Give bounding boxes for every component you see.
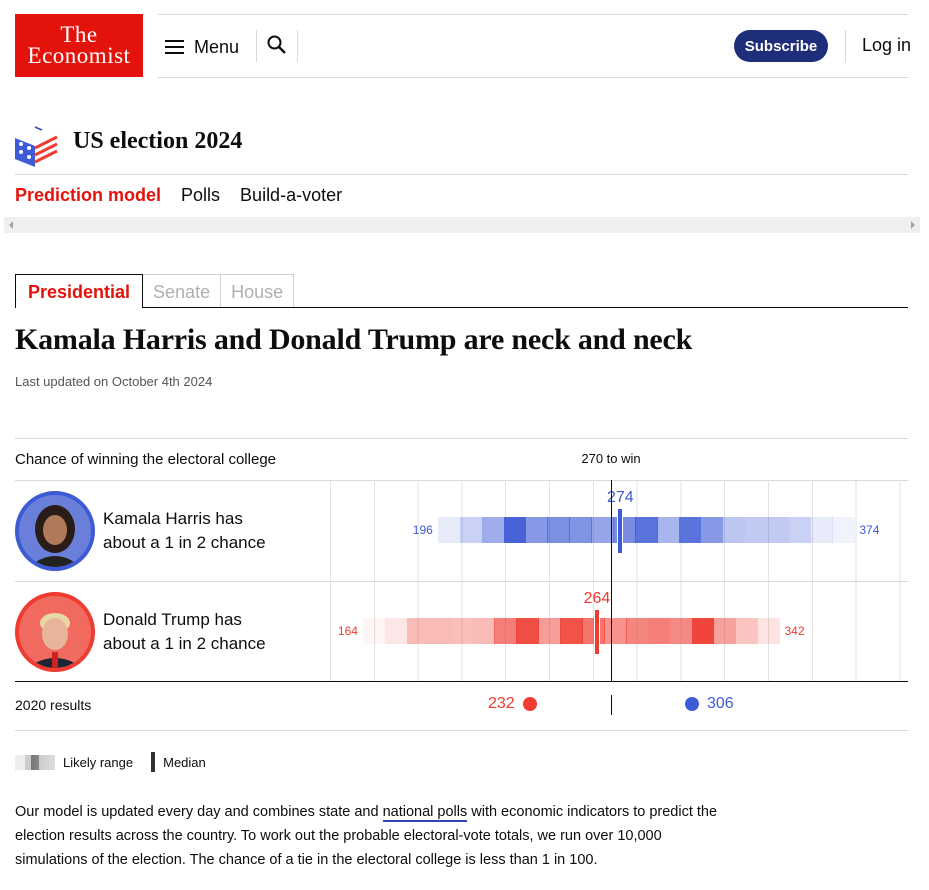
chart-label: Chance of winning the electoral college (15, 451, 276, 468)
section-title: US election 2024 (73, 128, 243, 154)
likely-range-swatch (15, 754, 55, 770)
national-polls-link[interactable]: national polls (382, 804, 468, 822)
methodology-paragraph: Our model is updated every day and combi… (15, 804, 718, 868)
range-cell (538, 618, 561, 644)
range-cell (516, 618, 539, 644)
nav-build-a-voter[interactable]: Build-a-voter (240, 185, 342, 206)
blue-dot-icon (685, 697, 699, 711)
range-cell (547, 517, 570, 543)
divider (845, 30, 846, 62)
range-cell (406, 618, 430, 644)
median-label: 274 (607, 489, 634, 506)
range-cell (450, 618, 474, 644)
tab-senate[interactable]: Senate (142, 274, 222, 308)
range-cell (472, 618, 495, 644)
range-cell (788, 517, 811, 543)
result-2020-harris: 306 (685, 695, 734, 713)
range-cell (525, 517, 548, 543)
menu-button[interactable]: Menu (165, 36, 239, 58)
search-icon[interactable] (266, 34, 288, 56)
median-marker (593, 609, 600, 655)
range-cell (669, 618, 693, 644)
divider (15, 307, 908, 308)
divider (256, 30, 257, 62)
range-cell (626, 618, 649, 644)
threshold-line (611, 695, 612, 715)
divider (15, 730, 908, 731)
candidate-harris: Kamala Harris has about a 1 in 2 chance (15, 491, 266, 571)
candidate-trump: Donald Trump has about a 1 in 2 chance (15, 592, 266, 672)
divider (15, 438, 908, 439)
login-link[interactable]: Log in (862, 35, 911, 56)
divider (15, 581, 908, 582)
race-tabs: Presidential Senate House (15, 274, 295, 308)
range-max-label: 374 (859, 523, 880, 537)
range-cell (713, 618, 737, 644)
headline: Kamala Harris and Donald Trump are neck … (15, 323, 693, 356)
median-swatch (151, 752, 156, 772)
range-cell (735, 618, 759, 644)
tab-house[interactable]: House (220, 274, 295, 308)
range-cell (503, 517, 527, 543)
last-updated: Last updated on October 4th 2024 (15, 374, 213, 389)
threshold-label: 270 to win (581, 451, 641, 466)
chart-legend: Likely range Median (15, 752, 206, 772)
range-cell (722, 517, 746, 543)
range-cell (657, 517, 680, 543)
range-cell (428, 618, 452, 644)
divider (297, 30, 298, 62)
avatar-trump (15, 592, 95, 672)
results-2020-label: 2020 results (15, 697, 92, 713)
range-min-label: 196 (412, 523, 433, 537)
scroll-right-icon[interactable] (911, 221, 915, 229)
range-max-label: 342 (784, 624, 805, 638)
subscribe-button[interactable]: Subscribe (734, 30, 828, 62)
range-cell (744, 517, 768, 543)
chart-baseline (15, 681, 908, 682)
range-cell (362, 618, 386, 644)
range-cell (384, 618, 408, 644)
range-cell (582, 618, 605, 644)
range-cell (810, 517, 833, 543)
economist-logo[interactable]: The Economist (15, 14, 143, 77)
horizontal-scrollbar[interactable] (4, 217, 920, 233)
result-2020-trump: 232 (488, 695, 537, 713)
section-nav: Prediction model Polls Build-a-voter (15, 185, 342, 206)
range-cell (832, 517, 855, 543)
range-cell (569, 517, 592, 543)
range-cell (635, 517, 658, 543)
range-cell (604, 618, 627, 644)
hamburger-icon (165, 36, 184, 58)
ballot-box-icon (15, 126, 58, 167)
range-cell (678, 517, 702, 543)
range-cell (691, 618, 715, 644)
median-marker (617, 508, 624, 554)
range-cell (700, 517, 724, 543)
range-cell (494, 618, 517, 644)
nav-polls[interactable]: Polls (181, 185, 220, 206)
range-cell (560, 618, 583, 644)
range-cell (437, 517, 461, 543)
threshold-line (611, 480, 612, 681)
range-min-label: 164 (337, 624, 358, 638)
divider (15, 174, 908, 175)
range-cell (766, 517, 790, 543)
range-cell (613, 517, 636, 543)
tab-presidential[interactable]: Presidential (15, 274, 144, 308)
nav-prediction-model[interactable]: Prediction model (15, 185, 161, 206)
red-dot-icon (522, 697, 537, 711)
range-cell (481, 517, 505, 543)
scroll-left-icon[interactable] (9, 221, 13, 229)
avatar-harris (15, 491, 95, 571)
range-cell (647, 618, 671, 644)
range-cell (757, 618, 780, 644)
range-cell (459, 517, 483, 543)
